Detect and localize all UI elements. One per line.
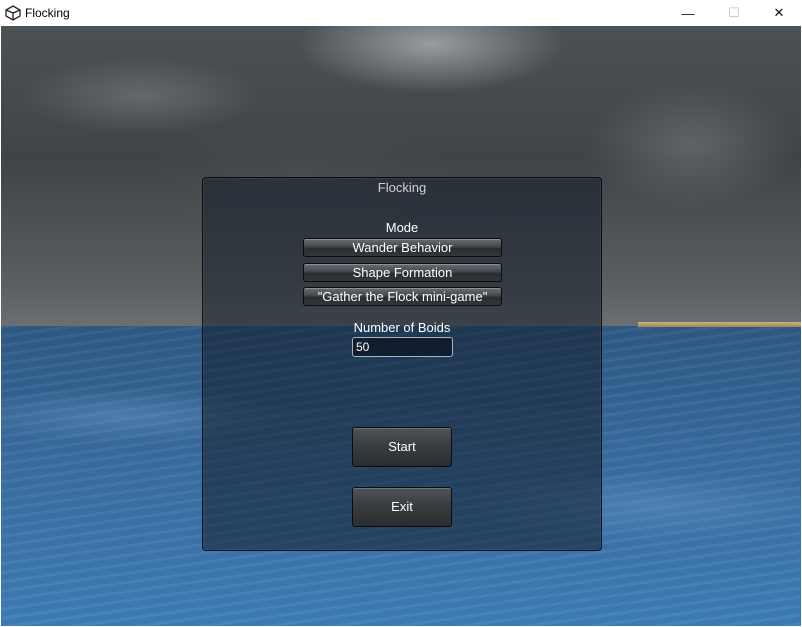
menu-panel: Flocking Mode Wander Behavior Shape Form… bbox=[202, 177, 602, 551]
unity-icon bbox=[5, 5, 21, 21]
window-title: Flocking bbox=[25, 6, 70, 20]
distant-island bbox=[638, 322, 801, 327]
boids-label: Number of Boids bbox=[353, 320, 451, 335]
start-button[interactable]: Start bbox=[352, 427, 452, 467]
game-viewport: Flocking Mode Wander Behavior Shape Form… bbox=[1, 26, 801, 626]
title-bar: Flocking — ☐ ✕ bbox=[0, 0, 802, 26]
exit-button[interactable]: Exit bbox=[352, 487, 452, 527]
shape-formation-button[interactable]: Shape Formation bbox=[303, 263, 502, 282]
mode-label: Mode bbox=[385, 220, 419, 235]
panel-title: Flocking bbox=[377, 180, 427, 195]
boids-input[interactable] bbox=[352, 337, 453, 357]
maximize-button[interactable]: ☐ bbox=[711, 0, 757, 26]
gather-the-flock-button[interactable]: "Gather the Flock mini-game" bbox=[303, 287, 502, 306]
close-button[interactable]: ✕ bbox=[756, 0, 802, 26]
wander-behavior-button[interactable]: Wander Behavior bbox=[303, 238, 502, 257]
minimize-button[interactable]: — bbox=[665, 0, 711, 26]
